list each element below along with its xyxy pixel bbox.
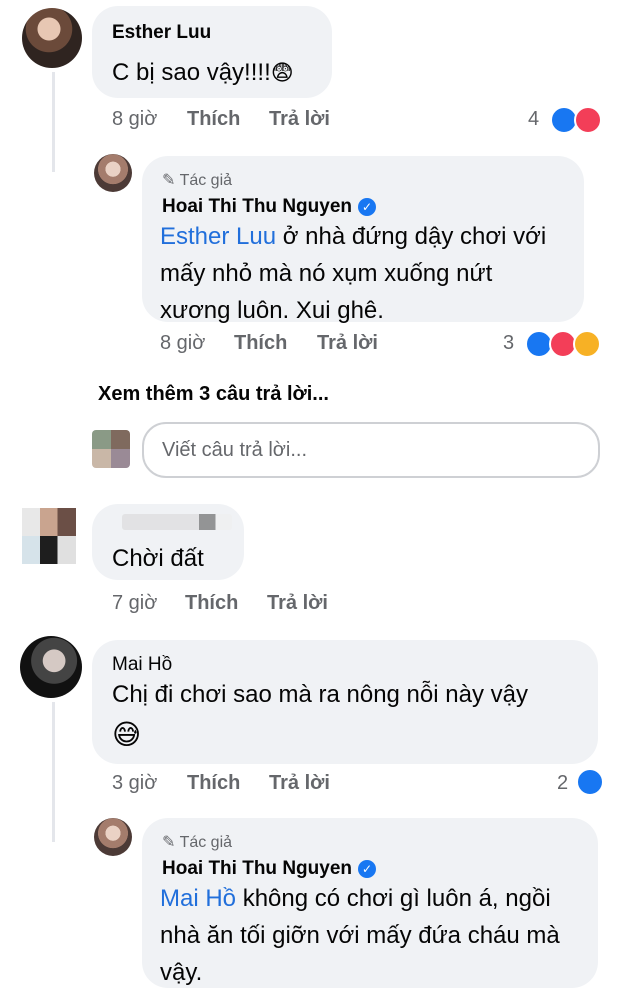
reply-text: Esther Luu ở nhà đứng dậy chơi với mấy n… — [160, 223, 547, 324]
comment-bubble: Esther Luu C bị sao vậy!!!!😨 — [92, 6, 332, 98]
reply-time[interactable]: 8 giờ — [160, 332, 205, 355]
love-icon — [574, 106, 602, 134]
like-button[interactable]: Thích — [187, 772, 240, 795]
wow-icon — [573, 330, 601, 358]
author-tag: ✎ Tác giả — [162, 832, 232, 852]
thread-line — [52, 72, 55, 172]
reply-button[interactable]: Trả lời — [269, 108, 330, 131]
comment-actions: 3 giờ Thích Trả lời — [112, 772, 372, 798]
avatar-mai-ho[interactable] — [20, 636, 82, 698]
comment-actions: 8 giờ Thích Trả lời — [112, 108, 372, 134]
mention-link[interactable]: Esther Luu — [160, 223, 276, 250]
commenter-name[interactable]: Mai Hồ — [112, 654, 172, 676]
like-button[interactable]: Thích — [185, 592, 238, 615]
fearful-emoji-icon: 😨 — [270, 60, 294, 85]
avatar-blurred[interactable] — [22, 508, 76, 564]
like-icon — [576, 768, 604, 796]
reaction-count[interactable]: 4 — [528, 108, 539, 131]
reply-button[interactable]: Trả lời — [267, 592, 328, 615]
commenter-name[interactable]: Hoai Thi Thu Nguyen ✓ — [162, 858, 376, 880]
avatar-hoai-thi-thu-nguyen[interactable] — [94, 154, 132, 192]
comment-bubble: Chời đất — [92, 504, 244, 580]
comment-text: Chời đất — [112, 545, 204, 572]
reply-bubble: ✎ Tác giả Hoai Thi Thu Nguyen ✓ Mai Hồ kh… — [142, 818, 598, 988]
reply-bubble: ✎ Tác giả Hoai Thi Thu Nguyen ✓ Esther Lu… — [142, 156, 584, 324]
comment-time[interactable]: 8 giờ — [112, 108, 157, 131]
comment-bubble: Mai Hồ Chị đi chơi sao mà ra nông nỗi nà… — [92, 640, 598, 764]
author-tag: ✎ Tác giả — [162, 170, 232, 190]
verified-badge-icon: ✓ — [358, 198, 376, 216]
current-user-avatar[interactable] — [92, 430, 130, 468]
verified-badge-icon: ✓ — [358, 860, 376, 878]
reply-text: Mai Hồ không có chơi gì luôn á, ngồi nhà… — [160, 885, 560, 986]
comment-time[interactable]: 3 giờ — [112, 772, 157, 795]
mention-link[interactable]: Mai Hồ — [160, 885, 236, 912]
comment-actions: 7 giờ Thích Trả lời — [112, 592, 372, 618]
thread-line — [52, 702, 55, 842]
microphone-icon: ✎ — [162, 172, 176, 189]
reply-button[interactable]: Trả lời — [269, 772, 330, 795]
like-button[interactable]: Thích — [234, 332, 287, 355]
like-button[interactable]: Thích — [187, 108, 240, 131]
commenter-name[interactable]: Esther Luu — [112, 22, 211, 44]
author-tag-label: Tác giả — [179, 834, 233, 851]
avatar-esther-luu[interactable] — [22, 8, 82, 68]
avatar-hoai-thi-thu-nguyen[interactable] — [94, 818, 132, 856]
view-more-replies-link[interactable]: Xem thêm 3 câu trả lời... — [98, 383, 329, 406]
comment-time[interactable]: 7 giờ — [112, 592, 157, 615]
author-tag-label: Tác giả — [179, 172, 233, 189]
microphone-icon: ✎ — [162, 834, 176, 851]
reply-actions: 8 giờ Thích Trả lời — [160, 332, 420, 358]
grinning-sweat-emoji-icon: 😅 — [112, 719, 142, 750]
reply-input-placeholder: Viết câu trả lời... — [162, 439, 308, 461]
reaction-count[interactable]: 2 — [557, 772, 568, 795]
reply-input[interactable]: Viết câu trả lời... — [142, 422, 600, 478]
blurred-name — [122, 514, 232, 530]
commenter-name[interactable]: Hoai Thi Thu Nguyen ✓ — [162, 196, 376, 218]
comment-text: Chị đi chơi sao mà ra nông nỗi này vậy — [112, 681, 528, 708]
reply-button[interactable]: Trả lời — [317, 332, 378, 355]
comment-text: C bị sao vậy!!!!😨 — [112, 59, 294, 86]
reaction-count[interactable]: 3 — [503, 332, 514, 355]
